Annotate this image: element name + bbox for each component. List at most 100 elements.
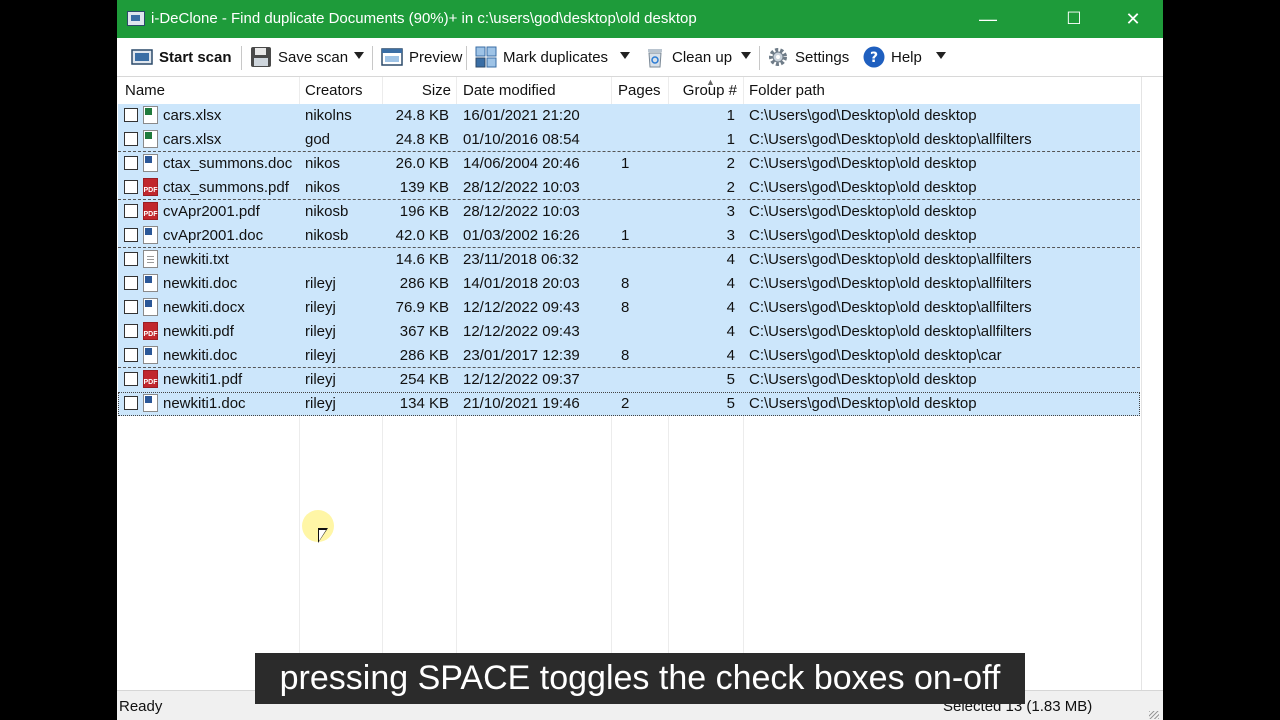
- table-row[interactable]: newkiti.docx rileyj 76.9 KB 12/12/2022 09:4…: [118, 296, 1140, 320]
- column-header-size[interactable]: Size: [382, 82, 451, 99]
- mark-duplicates-button[interactable]: Mark duplicates: [475, 38, 608, 76]
- help-icon: ?: [863, 46, 885, 68]
- file-name: cvApr2001.pdf: [163, 203, 260, 220]
- file-name: newkiti.docx: [163, 299, 245, 316]
- table-row[interactable]: newkiti.doc rileyj 286 KB 23/01/2017 12:39 8…: [118, 344, 1140, 368]
- file-date-modified: 12/12/2022 09:43: [463, 299, 580, 316]
- file-pages: 2: [621, 395, 630, 412]
- maximize-button[interactable]: ☐: [1045, 0, 1103, 38]
- table-row[interactable]: newkiti.doc rileyj 286 KB 14/01/2018 20:03 8…: [118, 272, 1140, 296]
- table-row[interactable]: cars.xlsx god 24.8 KB 01/10/2016 08:54 1 C:\U…: [118, 128, 1140, 152]
- row-checkbox[interactable]: [124, 396, 138, 410]
- save-scan-label: Save scan: [278, 48, 349, 66]
- row-checkbox[interactable]: [124, 348, 138, 362]
- file-group: 4: [726, 323, 735, 340]
- mouse-cursor-icon: [318, 528, 328, 543]
- toolbar-separator: [372, 46, 373, 70]
- table-row[interactable]: newkiti1.doc rileyj 134 KB 21/10/2021 19:46…: [118, 392, 1140, 416]
- chevron-down-icon[interactable]: [354, 52, 364, 59]
- file-group: 2: [726, 179, 735, 196]
- file-creator: nikolns: [305, 107, 352, 124]
- word-file-icon: [143, 274, 158, 292]
- file-group: 5: [726, 395, 735, 412]
- scan-icon: [131, 46, 153, 68]
- column-header-name[interactable]: Name: [125, 82, 165, 99]
- file-name: ctax_summons.doc: [163, 155, 293, 172]
- file-folder-path: C:\Users\god\Desktop\old desktop: [749, 371, 977, 388]
- close-button[interactable]: ✕: [1104, 0, 1162, 38]
- row-checkbox[interactable]: [124, 108, 138, 122]
- start-scan-label: Start scan: [159, 48, 232, 66]
- column-header-pages[interactable]: Pages: [618, 82, 661, 99]
- table-row[interactable]: ctax_summons.doc nikos 26.0 KB 14/06/2004 2…: [118, 152, 1140, 176]
- file-size: 286 KB: [399, 347, 449, 364]
- row-checkbox[interactable]: [124, 300, 138, 314]
- recycle-bin-icon: [644, 46, 666, 68]
- file-creator: rileyj: [305, 371, 336, 388]
- file-date-modified: 12/12/2022 09:43: [463, 323, 580, 340]
- gear-icon: [767, 46, 789, 68]
- table-row[interactable]: PDF newkiti1.pdf rileyj 254 KB 12/12/2022 09…: [118, 368, 1140, 392]
- chevron-down-icon[interactable]: [741, 52, 751, 59]
- file-pages: 8: [621, 347, 630, 364]
- settings-button[interactable]: Settings: [767, 38, 849, 76]
- list-header: Name Creators Size Date modified Pages ▲…: [117, 77, 1141, 104]
- row-checkbox[interactable]: [124, 324, 138, 338]
- start-scan-button[interactable]: Start scan: [131, 38, 232, 76]
- table-row[interactable]: cvApr2001.doc nikosb 42.0 KB 01/03/2002 16:…: [118, 224, 1140, 248]
- file-group: 4: [726, 275, 735, 292]
- file-folder-path: C:\Users\god\Desktop\old desktop\allfilt…: [749, 299, 1032, 316]
- file-group: 5: [726, 371, 735, 388]
- preview-button[interactable]: Preview: [381, 38, 462, 76]
- clean-up-button[interactable]: Clean up: [644, 38, 732, 76]
- table-row[interactable]: PDF ctax_summons.pdf nikos 139 KB 28/12/2022…: [118, 176, 1140, 200]
- word-file-icon: [143, 394, 158, 412]
- row-checkbox[interactable]: [124, 252, 138, 266]
- text-file-icon: [143, 250, 158, 268]
- table-row[interactable]: PDF newkiti.pdf rileyj 367 KB 12/12/2022 09:…: [118, 320, 1140, 344]
- vertical-scrollbar[interactable]: [1141, 77, 1163, 690]
- file-size: 254 KB: [399, 371, 449, 388]
- word-file-icon: [143, 298, 158, 316]
- status-text: Ready: [119, 698, 163, 715]
- table-row[interactable]: cars.xlsx nikolns 24.8 KB 16/01/2021 21:20 1…: [118, 104, 1140, 128]
- file-name: newkiti1.pdf: [163, 371, 243, 388]
- column-header-folder[interactable]: Folder path: [749, 82, 825, 99]
- resize-grip-icon[interactable]: [1149, 711, 1159, 719]
- minimize-button[interactable]: —: [959, 0, 1017, 38]
- row-checkbox[interactable]: [124, 276, 138, 290]
- table-row[interactable]: newkiti.txt 14.6 KB 23/11/2018 06:32 4 C:\Us…: [118, 248, 1140, 272]
- row-checkbox[interactable]: [124, 132, 138, 146]
- help-button[interactable]: ? Help: [863, 38, 922, 76]
- file-name: cars.xlsx: [163, 107, 222, 124]
- chevron-down-icon[interactable]: [936, 52, 946, 59]
- file-creator: nikosb: [305, 203, 349, 220]
- file-list[interactable]: Name Creators Size Date modified Pages ▲…: [117, 77, 1141, 690]
- row-checkbox[interactable]: [124, 228, 138, 242]
- file-size: 139 KB: [399, 179, 449, 196]
- chevron-down-icon[interactable]: [620, 52, 630, 59]
- save-scan-button[interactable]: Save scan: [250, 38, 348, 76]
- app-window: i-DeClone - Find duplicate Documents (90…: [117, 0, 1163, 720]
- title-bar[interactable]: i-DeClone - Find duplicate Documents (90…: [117, 0, 1163, 38]
- word-file-icon: [143, 346, 158, 364]
- column-header-group[interactable]: Group #: [668, 82, 737, 99]
- row-checkbox[interactable]: [124, 204, 138, 218]
- toolbar-separator: [241, 46, 242, 70]
- file-folder-path: C:\Users\god\Desktop\old desktop\allfilt…: [749, 275, 1032, 292]
- floppy-disk-icon: [250, 46, 272, 68]
- row-checkbox[interactable]: [124, 372, 138, 386]
- file-size: 367 KB: [399, 323, 449, 340]
- row-checkbox[interactable]: [124, 156, 138, 170]
- preview-icon: [381, 46, 403, 68]
- column-header-creators[interactable]: Creators: [305, 82, 363, 99]
- file-pages: 8: [621, 299, 630, 316]
- file-group: 4: [726, 299, 735, 316]
- file-group: 2: [726, 155, 735, 172]
- file-group: 3: [726, 203, 735, 220]
- row-checkbox[interactable]: [124, 180, 138, 194]
- file-group: 1: [726, 107, 735, 124]
- table-row[interactable]: PDF cvApr2001.pdf nikosb 196 KB 28/12/2022 1…: [118, 200, 1140, 224]
- settings-label: Settings: [795, 48, 850, 66]
- column-header-date[interactable]: Date modified: [463, 82, 556, 99]
